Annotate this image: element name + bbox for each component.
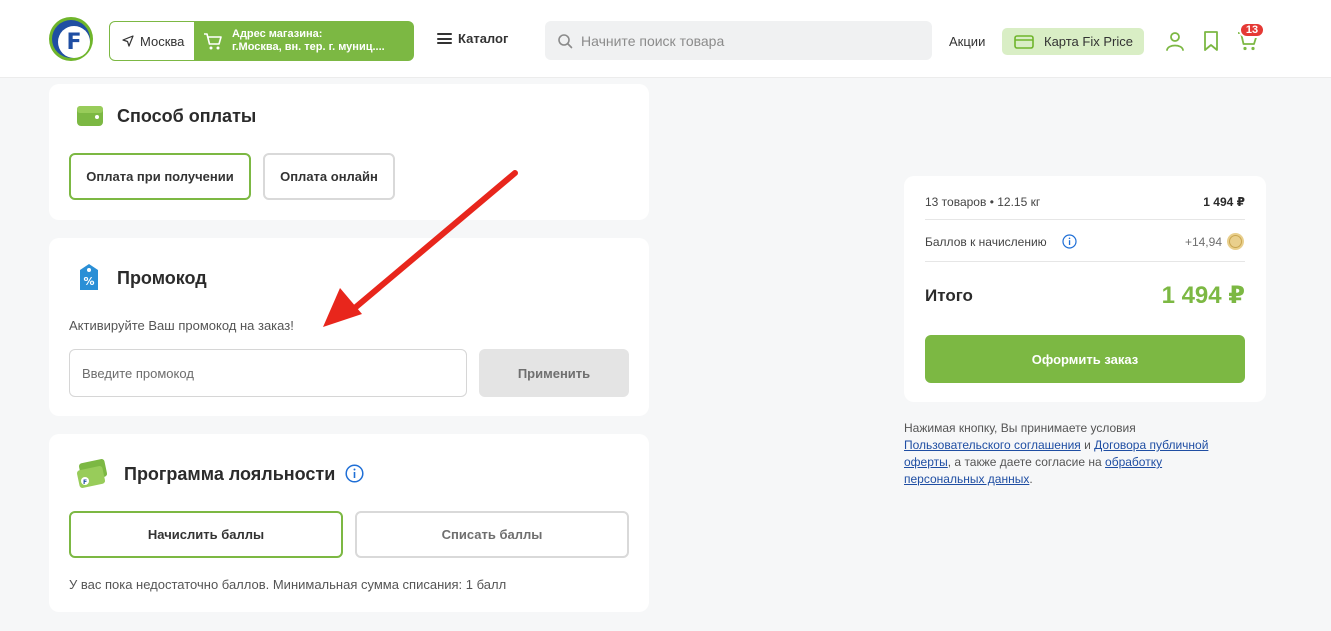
store-title: Адрес магазина: — [232, 28, 323, 40]
catalog-label: Каталог — [458, 31, 509, 46]
info-icon[interactable] — [1062, 234, 1077, 249]
annotation-arrow-icon — [323, 170, 518, 327]
points-row: Баллов к начислению +14,94 — [925, 232, 1245, 251]
total-label: Итого — [925, 286, 973, 305]
coin-icon — [1227, 233, 1244, 250]
legal-suffix: . — [1029, 472, 1033, 486]
legal-notice: Нажимая кнопку, Вы принимаете условия По… — [904, 420, 1244, 488]
wallet-icon — [77, 106, 103, 126]
promocode-hint: Активируйте Ваш промокод на заказ! — [69, 318, 294, 333]
logo-letter: F — [58, 26, 90, 58]
legal-middle: , а также даете согласие на — [947, 455, 1106, 469]
loyalty-title: Программа лояльности — [124, 464, 336, 484]
spend-points-button[interactable]: Списать баллы — [355, 511, 629, 558]
svg-text:F: F — [83, 479, 87, 486]
items-row: 13 товаров • 12.15 кг 1 494 ₽ — [925, 195, 1245, 209]
catalog-button[interactable]: Каталог — [437, 31, 508, 46]
promocode-input[interactable] — [69, 349, 467, 397]
discount-tag-icon: % — [80, 264, 98, 290]
promotions-link[interactable]: Акции — [949, 34, 985, 49]
user-agreement-link[interactable]: Пользовательского соглашения — [904, 438, 1081, 452]
divider — [925, 219, 1245, 220]
credit-card-icon — [1014, 34, 1034, 49]
search-input[interactable] — [581, 32, 901, 49]
earn-points-button[interactable]: Начислить баллы — [69, 511, 343, 558]
promocode-title: Промокод — [117, 268, 207, 288]
total-value: 1 494 ₽ — [1161, 282, 1245, 309]
store-address: г.Москва, вн. тер. г. муниц.... — [232, 41, 385, 53]
loyalty-card-icon: F — [76, 459, 108, 488]
cart-icon — [204, 33, 222, 50]
divider — [925, 261, 1245, 262]
checkout-button[interactable]: Оформить заказ — [925, 335, 1245, 383]
loyalty-note: У вас пока недостаточно баллов. Минималь… — [69, 577, 507, 592]
fix-price-logo[interactable]: F — [49, 17, 93, 61]
payment-title: Способ оплаты — [117, 106, 257, 126]
order-summary: 13 товаров • 12.15 кг 1 494 ₽ Баллов к н… — [904, 176, 1266, 402]
cart-count-badge: 13 — [1239, 22, 1265, 38]
search-bar — [545, 21, 932, 60]
info-icon[interactable] — [345, 464, 364, 483]
user-icon[interactable] — [1164, 30, 1186, 52]
pay-on-delivery-button[interactable]: Оплата при получении — [69, 153, 251, 200]
location-arrow-icon — [122, 35, 134, 47]
store-address-button[interactable]: Адрес магазина: г.Москва, вн. тер. г. му… — [194, 21, 414, 61]
city-label: Москва — [140, 33, 185, 49]
svg-text:%: % — [83, 275, 94, 288]
items-price: 1 494 ₽ — [1203, 195, 1245, 209]
fix-price-card-button[interactable]: Карта Fix Price — [1002, 28, 1144, 55]
bookmark-icon[interactable] — [1200, 30, 1222, 52]
card-label: Карта Fix Price — [1044, 34, 1133, 49]
apply-promocode-button[interactable]: Применить — [479, 349, 629, 397]
legal-prefix: Нажимая кнопку, Вы принимаете условия — [904, 421, 1136, 435]
items-label: 13 товаров • 12.15 кг — [925, 195, 1041, 209]
site-header: F Москва Адрес магазина: г.Москва, вн. т… — [0, 0, 1331, 78]
points-label: Баллов к начислению — [925, 234, 1047, 249]
menu-icon — [437, 33, 452, 44]
legal-and: и — [1080, 438, 1095, 452]
city-selector[interactable]: Москва — [109, 21, 199, 61]
search-icon — [558, 33, 573, 48]
points-value: +14,94 — [1184, 234, 1222, 249]
